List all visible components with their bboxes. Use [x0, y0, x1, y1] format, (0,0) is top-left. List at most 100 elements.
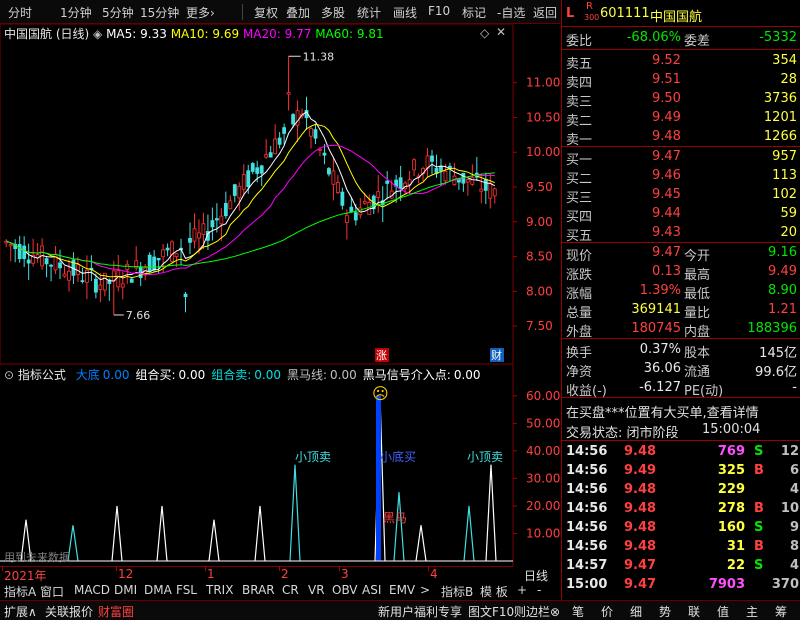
indicator-tab[interactable]: DMA	[144, 583, 172, 597]
indicator-tab[interactable]: DMI	[114, 583, 137, 597]
indicator-tab[interactable]: >	[420, 583, 430, 597]
tick-price: 9.48	[624, 520, 657, 535]
tick-time: 14:56	[566, 501, 608, 516]
panel-tab[interactable]: 筹	[775, 603, 787, 620]
time-axis-tick	[339, 566, 340, 571]
indicator-chevron-icon[interactable]: ⊙	[4, 368, 14, 382]
candle-body	[120, 283, 125, 288]
indicator-tab[interactable]: +	[517, 583, 527, 597]
bottom-left-item[interactable]: 扩展∧	[4, 603, 37, 620]
candle-body	[125, 263, 130, 270]
big-order-notice: 在买盘***位置有大买单,查看详情	[566, 406, 759, 421]
candle-body	[425, 155, 430, 169]
indicator-item-value: 0.00	[178, 368, 206, 382]
bid-volume: 957	[772, 149, 797, 164]
indicator-tab[interactable]: CR	[282, 583, 299, 597]
toolbar-item[interactable]: 统计	[357, 4, 381, 21]
bottom-right-item[interactable]: 图文F10	[468, 603, 514, 620]
close-icon[interactable]: ✕	[496, 25, 506, 39]
candle-body	[241, 174, 246, 190]
panel-row: 买一 9.47 957	[562, 147, 800, 168]
period-label[interactable]: 日线	[524, 567, 548, 584]
indicator-tab[interactable]: VR	[308, 583, 325, 597]
quote-panel: L R 300 601111 中国国航 委比 -68.06% 委差 -5332 卖五 9.52 354…	[561, 0, 800, 600]
panel-row: 卖三 9.50 3736	[562, 89, 800, 110]
bottom-right-item[interactable]: 则边栏⊗	[514, 603, 560, 620]
bid-price: 9.47	[652, 149, 681, 164]
y-tick-label: 10.00	[526, 145, 560, 159]
toolbar-item[interactable]: 1分钟	[60, 4, 92, 21]
panel-row: 卖二 9.49 1201	[562, 108, 800, 129]
bottom-right-item[interactable]: 新用户福利专享	[378, 603, 462, 620]
candle-body	[340, 191, 345, 206]
candle-body	[398, 177, 403, 190]
toolbar-item[interactable]: 15分钟	[140, 4, 179, 21]
panel-tab[interactable]: 联	[688, 603, 700, 620]
panel-row: 14:56 9.48 278 B 10	[562, 499, 800, 519]
time-axis-tick	[205, 566, 206, 571]
time-axis-label: 12	[118, 567, 134, 581]
time-axis-label: 1	[207, 567, 215, 581]
tick-count: 4	[789, 482, 799, 497]
chart-area[interactable]: 11.00 10.50 10.00 9.50 9.00 8.50 8.00 7.50 11.38…	[0, 24, 561, 566]
panel-tab[interactable]: 值	[717, 603, 729, 620]
tick-count: 12	[780, 444, 799, 459]
indicator-tab[interactable]: 窗口	[40, 583, 64, 600]
indicator-tab[interactable]: EMV	[389, 583, 415, 597]
indicator-tab[interactable]: 指标B	[441, 583, 473, 600]
indicator-tab[interactable]: 模 板	[480, 583, 508, 600]
indicator-tab[interactable]: BRAR	[242, 583, 275, 597]
candle-body	[183, 293, 188, 298]
candle-body	[430, 155, 434, 162]
diamond-icon[interactable]: ◇	[480, 26, 489, 40]
toolbar-item[interactable]: 多股	[321, 4, 345, 21]
indicator-tab[interactable]: MACD	[74, 583, 110, 597]
indicator-tab[interactable]: 指标A	[4, 583, 36, 600]
toolbar-item[interactable]: 返回	[533, 4, 557, 21]
bottom-left-item[interactable]: 财富圈	[98, 603, 134, 620]
panel-tab[interactable]: 主	[746, 603, 758, 620]
ind-tick-label: 10.00	[526, 526, 560, 540]
indicator-tab[interactable]: TRIX	[206, 583, 233, 597]
toolbar-item[interactable]: 5分钟	[102, 4, 134, 21]
bid-price: 9.46	[652, 168, 681, 183]
panel-row: 卖四 9.51 28	[562, 70, 800, 91]
candle-body	[129, 278, 134, 283]
indicator-tab[interactable]: OBV	[332, 583, 358, 597]
panel-tab[interactable]: 笔	[572, 603, 584, 620]
toolbar-item[interactable]: 叠加	[286, 4, 310, 21]
indicator-item-value: 0.00	[453, 368, 481, 382]
bid-price: 9.44	[652, 206, 681, 221]
panel-row: 14:56 9.48 160 S 9	[562, 518, 800, 538]
ask-price: 9.48	[652, 129, 681, 144]
tick-count: 8	[789, 539, 799, 554]
bottom-left-item[interactable]: 关联报价	[45, 603, 93, 620]
panel-tab[interactable]: 势	[659, 603, 671, 620]
tick-count: 9	[789, 520, 799, 535]
candle-body	[349, 206, 354, 213]
panel-row: L R 300 601111 中国国航	[562, 1, 800, 25]
indicator-tab[interactable]: ASI	[362, 583, 381, 597]
panel-tab[interactable]: 价	[601, 603, 613, 620]
chevron-icon[interactable]: ◈	[93, 27, 102, 41]
candle-body	[223, 202, 228, 217]
chart-title-row: 中国国航 (日线) ◈ MA5: 9.33 MA10: 9.69 MA20: 9…	[4, 25, 384, 42]
toolbar-item[interactable]: -自选	[497, 4, 525, 21]
toolbar-item[interactable]: 标记	[462, 4, 486, 21]
weibi-label: 委比	[566, 34, 593, 49]
toolbar-item[interactable]: 画线	[393, 4, 417, 21]
panel-row[interactable]: 在买盘***位置有大买单,查看详情	[562, 400, 800, 421]
candle-body	[49, 264, 53, 267]
tick-price: 9.48	[624, 444, 657, 459]
indicator-title[interactable]: 指标公式	[18, 368, 66, 382]
toolbar-item[interactable]: 分时	[8, 4, 32, 21]
indicator-tab[interactable]: -	[537, 583, 541, 597]
future-data-watermark: 用到未来数据	[4, 550, 70, 564]
toolbar-item[interactable]: 更多›	[186, 4, 215, 21]
toolbar-item[interactable]: F10	[428, 4, 450, 18]
ask-price: 9.51	[652, 72, 681, 87]
bid-volume: 113	[772, 168, 797, 183]
indicator-tab[interactable]: FSL	[176, 583, 197, 597]
panel-tab[interactable]: 细	[630, 603, 642, 620]
toolbar-item[interactable]: 复权	[254, 4, 278, 21]
